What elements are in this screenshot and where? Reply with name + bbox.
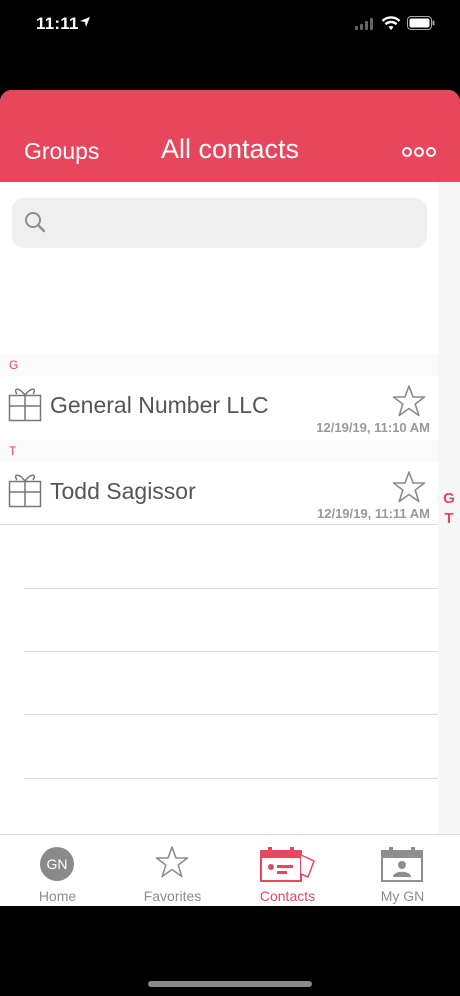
section-header-g: G xyxy=(0,354,438,376)
star-icon xyxy=(155,846,189,878)
contacts-screen: Groups All contacts G General Number LLC… xyxy=(0,90,460,906)
tab-label: My GN xyxy=(380,888,425,904)
tab-label: Favorites xyxy=(143,888,202,904)
status-bar: 11:11 xyxy=(0,0,460,50)
tab-home[interactable]: GN Home xyxy=(0,835,115,906)
battery-icon xyxy=(407,16,435,30)
tab-favorites[interactable]: Favorites xyxy=(115,835,230,906)
gn-badge-icon: GN xyxy=(40,847,74,881)
location-arrow-icon xyxy=(80,17,90,27)
profile-card-icon xyxy=(381,847,423,882)
search-icon xyxy=(25,212,46,233)
contact-row[interactable]: Todd Sagissor 12/19/19, 11:11 AM xyxy=(0,462,438,524)
row-divider xyxy=(24,778,438,779)
row-divider xyxy=(24,714,438,715)
page-title: All contacts xyxy=(160,134,300,164)
tab-my-gn[interactable]: My GN xyxy=(345,835,460,906)
contact-name: Todd Sagissor xyxy=(50,478,196,504)
contact-timestamp: 12/19/19, 11:10 AM xyxy=(316,420,430,435)
tab-contacts[interactable]: Contacts xyxy=(230,835,345,906)
tab-label: Contacts xyxy=(259,888,316,904)
more-options-icon[interactable] xyxy=(402,146,436,158)
contact-name: General Number LLC xyxy=(50,392,269,418)
wifi-icon xyxy=(381,16,401,30)
status-time: 11:11 xyxy=(36,14,79,33)
contact-list[interactable]: G General Number LLC 12/19/19, 11:10 AM … xyxy=(0,182,438,905)
tab-bar: GN Home Favorites Contacts My GN xyxy=(0,834,460,906)
row-divider xyxy=(0,524,438,525)
search-bar[interactable] xyxy=(12,198,427,250)
contact-timestamp: 12/19/19, 11:11 AM xyxy=(317,506,430,521)
section-header-t: T xyxy=(0,440,438,462)
search-input[interactable] xyxy=(56,198,420,250)
gift-icon xyxy=(8,474,42,508)
favorite-star-icon[interactable] xyxy=(392,384,426,418)
home-indicator[interactable] xyxy=(148,981,312,987)
index-letter-t[interactable]: T xyxy=(438,510,460,527)
row-divider xyxy=(24,651,438,652)
row-divider xyxy=(24,588,438,589)
section-index[interactable]: G T xyxy=(438,182,460,834)
contacts-card-icon xyxy=(260,847,315,882)
contact-row[interactable]: General Number LLC 12/19/19, 11:10 AM xyxy=(0,376,438,438)
gift-icon xyxy=(8,388,42,422)
favorite-star-icon[interactable] xyxy=(392,470,426,504)
cellular-signal-icon xyxy=(355,18,373,30)
tab-label: Home xyxy=(38,888,77,904)
index-letter-g[interactable]: G xyxy=(438,490,460,507)
nav-bar: Groups All contacts xyxy=(0,90,460,182)
